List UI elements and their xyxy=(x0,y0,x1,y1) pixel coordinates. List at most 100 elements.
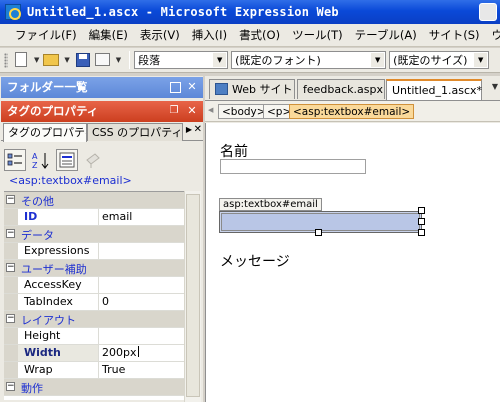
tab-scroll-right-icon[interactable]: ▶ xyxy=(186,125,192,134)
resize-handle[interactable] xyxy=(418,218,425,225)
label-name: 名前 xyxy=(220,144,248,160)
categorized-view-icon[interactable] xyxy=(4,149,26,171)
sort-alphabetical-icon[interactable]: AZ xyxy=(30,149,52,171)
floppy-disk-icon xyxy=(75,53,90,67)
property-expressions[interactable]: Expressions xyxy=(4,243,184,260)
properties-tab-strip: タグのプロパティ CSS のプロパティ ▶ ✕ xyxy=(1,122,203,142)
selected-tag-flag[interactable]: asp:textbox#email xyxy=(219,198,322,211)
tab-tag-properties[interactable]: タグのプロパティ xyxy=(3,123,87,142)
property-id[interactable]: ID email xyxy=(4,209,184,226)
font-select[interactable]: (既定のフォント) ▼ xyxy=(231,51,387,69)
resize-handle[interactable] xyxy=(315,229,322,236)
property-value[interactable] xyxy=(98,243,184,259)
tab-list-arrow-icon[interactable]: ▼ xyxy=(492,82,498,91)
window-title: Untitled_1.ascx - Microsoft Expression W… xyxy=(27,5,339,19)
name-textbox[interactable] xyxy=(220,159,366,174)
category-behavior[interactable]: − 動作 xyxy=(4,379,184,396)
menu-format[interactable]: 書式(O) xyxy=(233,25,286,46)
chevron-down-icon[interactable]: ▼ xyxy=(474,53,488,67)
collapse-icon[interactable]: − xyxy=(6,382,15,391)
row-gutter xyxy=(4,243,18,259)
tab-untitled-ascx[interactable]: Untitled_1.ascx* xyxy=(386,79,482,100)
close-icon[interactable]: ✕ xyxy=(194,124,202,135)
collapse-icon[interactable]: − xyxy=(6,229,15,238)
preview-button[interactable] xyxy=(94,51,113,69)
new-dropdown-arrow-icon[interactable]: ▼ xyxy=(34,56,39,64)
property-name: ID xyxy=(24,210,38,223)
category-layout[interactable]: − レイアウト xyxy=(4,311,184,328)
properties-icon-row: AZ xyxy=(4,144,200,176)
property-value[interactable] xyxy=(98,277,184,293)
folder-list-header[interactable]: フォルダー一覧 ✕ xyxy=(1,77,203,98)
category-data[interactable]: − データ xyxy=(4,226,184,243)
menu-tools[interactable]: ツール(T) xyxy=(286,25,349,46)
resize-handle[interactable] xyxy=(418,207,425,214)
breadcrumb-body[interactable]: <body> xyxy=(218,104,270,119)
property-grid: − その他 ID email − データ Expressions − ユーザー補… xyxy=(4,191,184,400)
menu-bar: ファイル(F) 編集(E) 表示(V) 挿入(I) 書式(O) ツール(T) テ… xyxy=(0,24,500,47)
property-value[interactable]: email xyxy=(98,209,184,225)
window-control-button[interactable] xyxy=(479,3,497,21)
open-dropdown-arrow-icon[interactable]: ▼ xyxy=(64,56,69,64)
property-wrap[interactable]: Wrap True xyxy=(4,362,184,379)
menu-window[interactable]: ウ xyxy=(486,25,500,46)
maximize-panel-icon[interactable] xyxy=(170,82,181,93)
category-accessibility[interactable]: − ユーザー補助 xyxy=(4,260,184,277)
text-caret xyxy=(137,346,139,357)
collapse-icon[interactable]: − xyxy=(6,263,15,272)
toolbar-grip-icon[interactable] xyxy=(4,52,8,68)
open-button[interactable] xyxy=(43,51,61,69)
common-toolbar: ▼ ▼ ▼ 段落 ▼ (既定のフォント) ▼ (既定のサイズ) ▼ xyxy=(0,48,500,73)
property-value[interactable]: 0 xyxy=(98,294,184,310)
new-document-button[interactable] xyxy=(13,51,31,69)
tab-feedback-aspx[interactable]: feedback.aspx xyxy=(297,79,385,99)
menu-insert[interactable]: 挿入(I) xyxy=(186,25,233,46)
property-tabindex[interactable]: TabIndex 0 xyxy=(4,294,184,311)
chevron-left-icon[interactable]: ◀ xyxy=(208,106,213,114)
expression-web-icon xyxy=(5,4,21,20)
scrollbar-thumb[interactable] xyxy=(186,194,200,397)
property-width[interactable]: Width 200px xyxy=(4,345,184,362)
category-misc[interactable]: − その他 xyxy=(4,192,184,209)
design-view[interactable]: 名前 asp:textbox#email メッセージ xyxy=(205,123,500,402)
tag-properties-disabled-icon[interactable] xyxy=(82,149,104,171)
preview-dropdown-arrow-icon[interactable]: ▼ xyxy=(116,56,121,64)
tab-css-properties[interactable]: CSS のプロパティ xyxy=(87,123,183,141)
category-label: データ xyxy=(21,229,54,242)
menu-edit[interactable]: 編集(E) xyxy=(83,25,134,46)
save-button[interactable] xyxy=(74,51,92,69)
style-select[interactable]: 段落 ▼ xyxy=(134,51,229,69)
collapse-icon[interactable]: − xyxy=(6,314,15,323)
show-set-properties-icon[interactable] xyxy=(56,149,78,171)
property-accesskey[interactable]: AccessKey xyxy=(4,277,184,294)
close-icon[interactable]: ✕ xyxy=(185,104,199,118)
property-value[interactable] xyxy=(98,328,184,344)
toolbar-separator xyxy=(129,51,131,69)
close-icon[interactable]: ✕ xyxy=(185,80,199,94)
tab-web-site[interactable]: Web サイト xyxy=(209,79,295,99)
toolbar-overflow-icon[interactable] xyxy=(490,52,498,68)
collapse-icon[interactable]: − xyxy=(6,195,15,204)
property-value[interactable]: True xyxy=(98,362,184,378)
svg-text:A: A xyxy=(32,152,38,161)
folder-open-icon xyxy=(43,54,60,66)
size-select[interactable]: (既定のサイズ) ▼ xyxy=(389,51,490,69)
folder-list-title: フォルダー一覧 xyxy=(7,80,88,94)
tag-properties-header[interactable]: タグのプロパティ ❐ ✕ xyxy=(1,101,203,122)
tab-label: Web サイト xyxy=(232,83,293,96)
menu-file[interactable]: ファイル(F) xyxy=(9,25,83,46)
chevron-down-icon[interactable]: ▼ xyxy=(371,53,385,67)
resize-handle[interactable] xyxy=(418,229,425,236)
menu-site[interactable]: サイト(S) xyxy=(423,25,486,46)
chevron-down-icon[interactable]: ▼ xyxy=(213,53,227,67)
property-value-input[interactable]: 200px xyxy=(98,345,184,361)
breadcrumb-textbox[interactable]: <asp:textbox#email> xyxy=(289,104,415,119)
property-grid-scrollbar[interactable] xyxy=(184,191,201,402)
menu-view[interactable]: 表示(V) xyxy=(134,25,186,46)
menu-table[interactable]: テーブル(A) xyxy=(349,25,423,46)
style-select-value: 段落 xyxy=(138,54,161,67)
property-height[interactable]: Height xyxy=(4,328,184,345)
restore-panel-icon[interactable]: ❐ xyxy=(167,104,181,118)
row-gutter xyxy=(4,345,18,361)
size-select-value: (既定のサイズ) xyxy=(393,54,468,67)
